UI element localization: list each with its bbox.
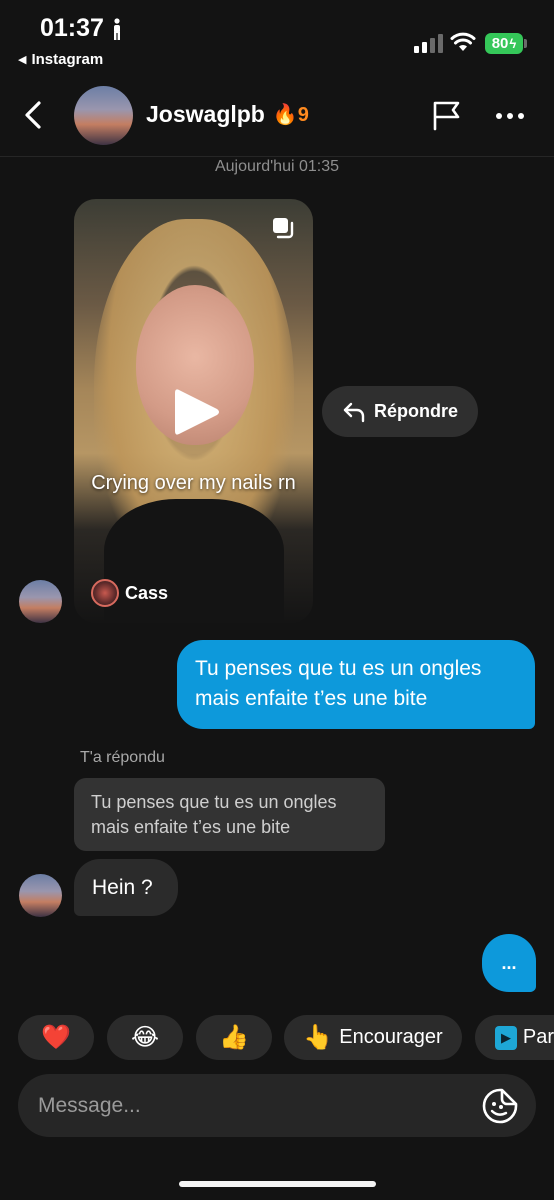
replied-label: T'a répondu (80, 749, 165, 766)
person-walking-icon (114, 18, 120, 40)
quick-reaction-encourage[interactable]: 👆 Encourager (284, 1015, 462, 1060)
back-triangle-icon: ◀ (18, 54, 27, 66)
battery-level: 80 (491, 35, 509, 52)
reply-arrow-icon (343, 402, 365, 422)
received-message-bubble[interactable]: Hein ? (74, 859, 178, 916)
pointing-hand-icon: 👆 (303, 1024, 334, 1051)
wifi-icon (450, 32, 476, 51)
quick-reaction-laugh[interactable]: 😂 (107, 1015, 183, 1060)
laughing-face-icon: 😂 (130, 1024, 160, 1051)
message-timestamp: Aujourd'hui 01:35 (214, 158, 340, 175)
back-chevron-icon[interactable] (22, 100, 44, 130)
charging-bolt-icon: ϟ (509, 36, 517, 51)
back-to-app-link[interactable]: ◀ Instagram (18, 51, 103, 68)
home-indicator[interactable] (179, 1181, 376, 1187)
play-square-icon: ▶ (495, 1025, 517, 1050)
reel-caption: Crying over my nails rn (91, 472, 296, 494)
streak-count: 9 (297, 104, 309, 126)
typing-indicator: ... (482, 934, 536, 992)
streak-badge: 🔥9 (273, 102, 309, 127)
battery-cap (524, 39, 527, 48)
encourage-label: Encourager (339, 1026, 443, 1048)
back-app-label: Instagram (31, 51, 104, 68)
reply-label: Répondre (373, 401, 458, 421)
reel-thumbnail-shirt (104, 499, 284, 623)
multiple-media-icon (273, 218, 294, 239)
quick-reaction-thumbs-up[interactable]: 👍 (196, 1015, 272, 1060)
status-time: 01:37 (40, 14, 104, 42)
flag-icon[interactable] (431, 99, 463, 131)
reply-button[interactable]: Répondre (322, 386, 478, 437)
header-divider (0, 156, 554, 157)
cellular-signal-icon (414, 34, 443, 53)
sticker-icon[interactable] (481, 1087, 519, 1125)
more-options-icon[interactable] (496, 113, 524, 119)
reel-author-avatar[interactable] (91, 579, 119, 607)
contact-name-group[interactable]: Joswaglpb 🔥9 (146, 101, 309, 128)
heart-icon: ❤️ (41, 1024, 71, 1051)
sent-message-bubble[interactable]: Tu penses que tu es un ongles mais enfai… (177, 640, 535, 729)
shared-reel[interactable] (74, 199, 313, 623)
flame-icon: 🔥 (272, 104, 298, 126)
contact-username: Joswaglpb (146, 101, 265, 127)
quoted-message[interactable]: Tu penses que tu es un ongles mais enfai… (74, 778, 385, 851)
thumbs-up-icon: 👍 (219, 1024, 249, 1051)
message-composer (18, 1074, 536, 1137)
sender-avatar[interactable] (19, 874, 62, 917)
play-icon[interactable] (173, 386, 221, 438)
sender-avatar[interactable] (19, 580, 62, 623)
quick-reaction-partial[interactable]: ▶ Par (475, 1015, 554, 1060)
reel-author-name[interactable]: Cass (125, 583, 168, 604)
contact-avatar[interactable] (74, 86, 133, 145)
quick-reaction-heart[interactable]: ❤️ (18, 1015, 94, 1060)
partial-chip-label: Par (522, 1026, 554, 1048)
message-input[interactable] (38, 1074, 468, 1137)
battery-indicator: 80 ϟ (485, 33, 523, 54)
